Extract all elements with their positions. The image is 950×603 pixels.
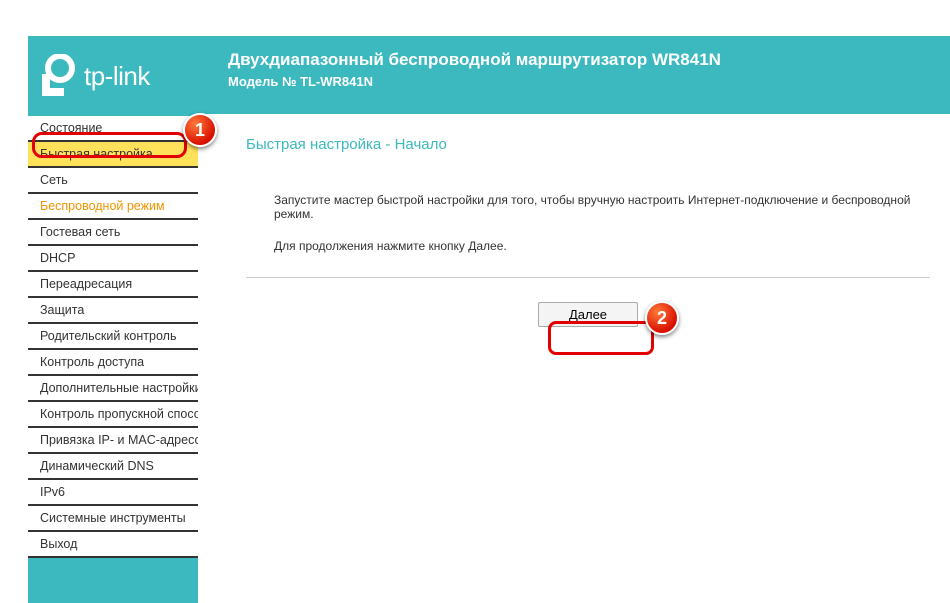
sidebar-item-4[interactable]: Гостевая сеть <box>28 220 198 246</box>
sidebar-item-13[interactable]: Динамический DNS <box>28 454 198 480</box>
main-content: Быстрая настройка - Начало Запустите мас… <box>198 114 950 603</box>
instruction-line-1: Запустите мастер быстрой настройки для т… <box>274 193 930 221</box>
header: tp-link Двухдиапазонный беспроводной мар… <box>28 36 950 114</box>
brand-name: tp-link <box>84 61 150 92</box>
sidebar-item-9[interactable]: Контроль доступа <box>28 350 198 376</box>
logo: tp-link <box>38 50 208 102</box>
page-title: Двухдиапазонный беспроводной маршрутизат… <box>228 50 930 70</box>
sidebar: СостояниеБыстрая настройкаСетьБеспроводн… <box>28 114 198 603</box>
sidebar-item-6[interactable]: Переадресация <box>28 272 198 298</box>
button-row: Далее <box>246 277 930 327</box>
tplink-logo-icon <box>38 54 78 98</box>
sidebar-item-2[interactable]: Сеть <box>28 168 198 194</box>
sidebar-item-7[interactable]: Защита <box>28 298 198 324</box>
sidebar-item-8[interactable]: Родительский контроль <box>28 324 198 350</box>
sidebar-item-14[interactable]: IPv6 <box>28 480 198 506</box>
next-button[interactable]: Далее <box>538 302 638 327</box>
sidebar-item-16[interactable]: Выход <box>28 532 198 558</box>
content-text: Запустите мастер быстрой настройки для т… <box>246 193 930 253</box>
sidebar-item-3[interactable]: Беспроводной режим <box>28 194 198 220</box>
sidebar-item-11[interactable]: Контроль пропускной способности <box>28 402 198 428</box>
instruction-line-2: Для продолжения нажмите кнопку Далее. <box>274 239 930 253</box>
content-title: Быстрая настройка - Начало <box>246 136 930 153</box>
sidebar-item-5[interactable]: DHCP <box>28 246 198 272</box>
sidebar-item-12[interactable]: Привязка IP- и MAC-адресов <box>28 428 198 454</box>
sidebar-item-1[interactable]: Быстрая настройка <box>28 142 198 168</box>
sidebar-item-10[interactable]: Дополнительные настройки <box>28 376 198 402</box>
sidebar-item-15[interactable]: Системные инструменты <box>28 506 198 532</box>
model-label: Модель № TL-WR841N <box>228 74 930 89</box>
sidebar-item-0[interactable]: Состояние <box>28 116 198 142</box>
